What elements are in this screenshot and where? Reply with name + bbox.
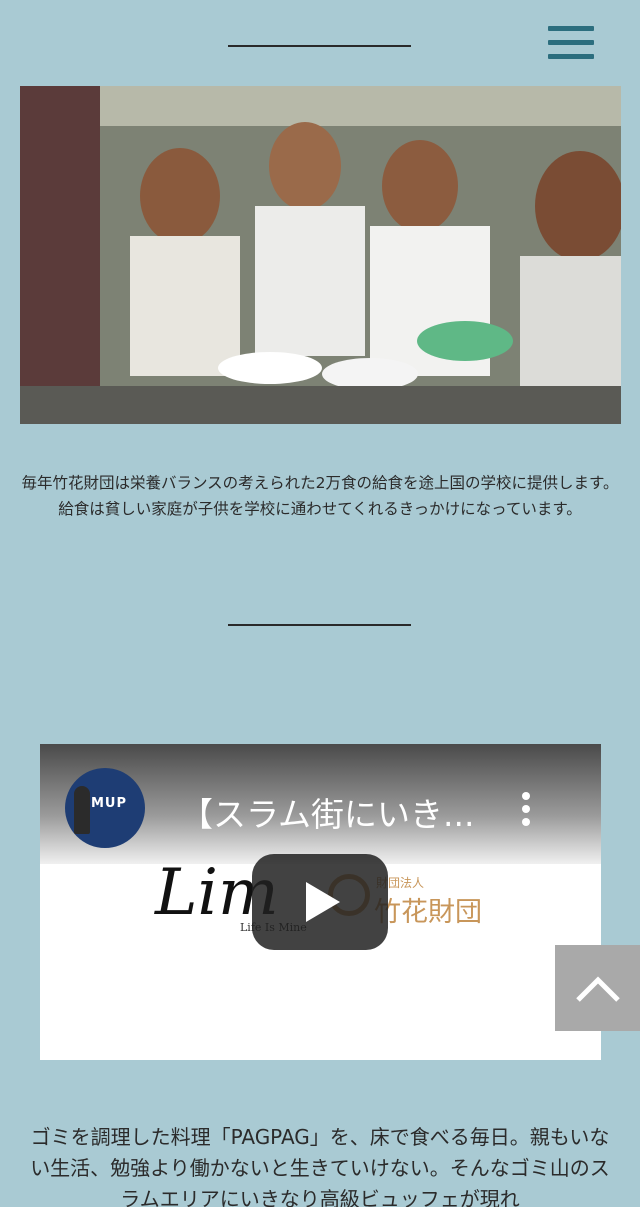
play-button[interactable] xyxy=(252,854,388,950)
avatar-figure xyxy=(74,786,90,834)
scroll-to-top-button[interactable] xyxy=(555,945,640,1031)
slum-story-text: ゴミを調理した料理「PAGPAG」を、床で食べる毎日。親もいない生活、勉強より働… xyxy=(30,1125,610,1207)
hamburger-menu-icon[interactable] xyxy=(548,26,594,66)
section-divider xyxy=(228,624,411,626)
foundation-name: 竹花財団 xyxy=(374,897,482,928)
school-lunch-photo xyxy=(20,86,621,424)
lunch-program-caption: 毎年竹花財団は栄養バランスの考えられた2万食の給食を途上国の学校に提供します。給… xyxy=(21,474,619,518)
more-vertical-icon[interactable] xyxy=(522,792,532,828)
youtube-video-embed[interactable]: MUP 【スラム街にいき... Lim Life Is Mine 財団法人 竹花… xyxy=(40,744,601,1060)
channel-avatar[interactable]: MUP xyxy=(65,768,145,848)
top-divider xyxy=(228,45,411,47)
channel-avatar-text: MUP xyxy=(91,796,128,811)
video-title[interactable]: 【スラム街にいき... xyxy=(180,788,474,836)
chevron-up-icon xyxy=(576,976,620,1002)
